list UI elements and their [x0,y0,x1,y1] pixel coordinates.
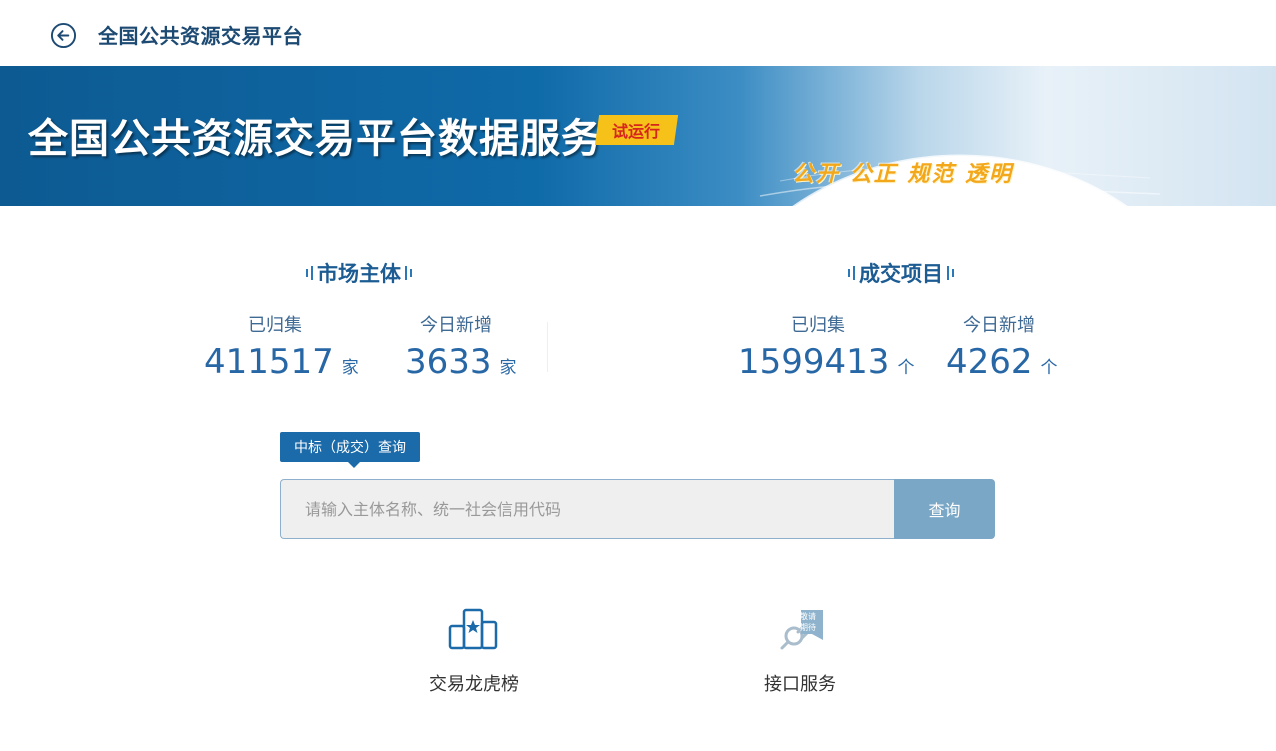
hero-banner: 全国公共资源交易平台数据服务 试运行 [0,66,1276,206]
deals-collected-label: 已归集 [791,315,845,336]
deals-today-label: 今日新增 [963,315,1035,336]
search-input[interactable] [280,479,895,539]
market-collected-unit: 家 [341,358,359,378]
deals-collected-value: 1599413 个 [738,342,914,382]
deals-collected-unit: 个 [897,358,915,378]
trial-badge: 试运行 [594,115,679,145]
deals-collected-number: 1599413 [738,342,890,382]
market-title: 市场主体 [317,262,401,286]
decor-bars-icon [306,266,313,280]
deals-title: 成交项目 [859,262,943,286]
market-today-number: 3633 [405,342,492,382]
market-today-label: 今日新增 [420,315,492,336]
bid-query-tab[interactable]: 中标（成交）查询 [280,432,420,468]
decor-bars-icon [947,266,954,280]
top-bar: 全国公共资源交易平台 [0,0,1276,66]
feature-api-service-label: 接口服务 [764,674,836,695]
market-collected-value: 411517 家 [204,342,359,382]
podium-star-icon [448,608,498,650]
deals-today-value: 4262 个 [946,342,1058,382]
market-collected-label: 已归集 [248,315,302,336]
feature-leaderboard[interactable]: 交易龙虎榜 [404,606,544,696]
trial-badge-label: 试运行 [612,122,661,141]
banner-title: 全国公共资源交易平台数据服务 [28,116,602,162]
market-collected-number: 411517 [204,342,334,382]
deals-today-number: 4262 [946,342,1033,382]
market-today-value: 3633 家 [405,342,517,382]
feature-leaderboard-label: 交易龙虎榜 [429,674,519,695]
coming-soon-badge: 敬请期待 [800,612,816,632]
market-today-unit: 家 [499,358,517,378]
back-arrow-circle-icon[interactable] [50,22,77,49]
decor-bars-icon [405,266,412,280]
deals-heading: 成交项目 [844,258,958,288]
stats-divider [547,322,548,372]
decor-bars-icon [848,266,855,280]
search-button[interactable]: 查询 [894,479,995,539]
banner-slogan: 公开 公正 规范 透明 [792,162,1013,187]
market-heading: 市场主体 [302,258,416,288]
deals-today-unit: 个 [1040,358,1058,378]
page-title: 全国公共资源交易平台 [98,24,303,48]
